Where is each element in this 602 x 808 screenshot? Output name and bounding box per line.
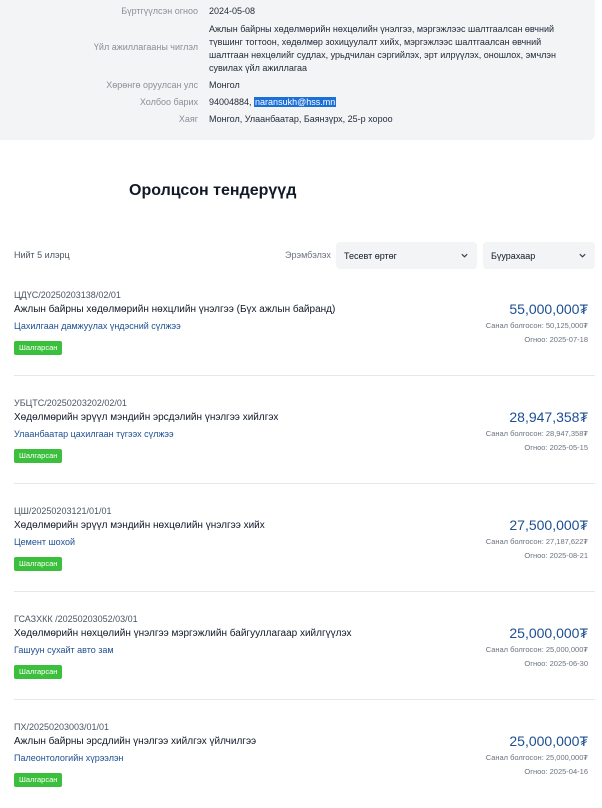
sort-select[interactable]: Тесевт өртөг — [336, 242, 477, 269]
tender-code: УБЦТС/20250203202/02/01 — [14, 398, 127, 408]
tender-title[interactable]: Хөдөлмөрийн нөхцөлийн үнэлгээ мэргэжлийн… — [14, 628, 351, 639]
chevron-down-icon — [461, 253, 468, 258]
activity-label: Үйл ажиллагааны чиглэл — [93, 42, 198, 52]
result-count: Нийт 5 илэрц — [14, 250, 70, 260]
tender-amount: 55,000,000₮ — [509, 301, 588, 317]
contact-label: Холбоо барих — [139, 97, 198, 107]
tender-amount: 27,500,000₮ — [509, 517, 588, 533]
tender-code: ЦДҮС/20250203138/02/01 — [14, 290, 121, 300]
divider — [14, 699, 595, 700]
tender-organization-link[interactable]: Гашуун сухайт авто зам — [14, 645, 114, 655]
divider — [14, 375, 595, 376]
tender-offer: Санал болгосон: 50,125,000₮ — [485, 321, 588, 330]
status-badge: Шалгарсан — [14, 665, 63, 679]
divider — [14, 591, 595, 592]
activity-value: Ажлын байрны хөдөлмөрийн нөхцөлийн үнэлг… — [209, 24, 556, 73]
divider — [14, 483, 595, 484]
tender-offer: Санал болгосон: 25,000,000₮ — [485, 645, 588, 654]
company-info-panel: Бүртгүүлсэн огноо 2024-05-08 Үйл ажиллаг… — [0, 0, 595, 140]
country-label: Хөрөнгө оруулсан улс — [106, 80, 198, 90]
status-badge: Шалгарсан — [14, 557, 63, 571]
tender-title[interactable]: Ажлын байрны эрсдлийн үнэлгээ хийлгэх үй… — [14, 736, 256, 747]
registered-value: 2024-05-08 — [209, 6, 256, 16]
address-label: Хаяг — [178, 114, 198, 124]
tender-organization-link[interactable]: Палеонтологийн хүрээлэн — [14, 753, 124, 763]
tender-code: ЦШ/20250203121/01/01 — [14, 506, 112, 516]
sort-select-value: Тесевт өртөг — [344, 250, 397, 261]
tender-amount: 25,000,000₮ — [509, 733, 588, 749]
tender-title[interactable]: Хөдөлмөрийн эрүүл мэндийн нөхцөлийн үнэл… — [14, 520, 265, 531]
tender-organization-link[interactable]: Цемент шохой — [14, 537, 75, 547]
tender-code: ПХ/20250203003/01/01 — [14, 722, 110, 732]
tender-date: Огноо: 2025-06-30 — [524, 659, 588, 668]
status-badge: Шалгарсан — [14, 773, 63, 787]
status-badge: Шалгарсан — [14, 341, 63, 355]
tender-organization-link[interactable]: Улаанбаатар цахилгаан түгээх сүлжээ — [14, 429, 174, 439]
contact-email-link[interactable]: naransukh@hss.mn — [254, 97, 337, 107]
tender-offer: Санал болгосон: 25,000,000₮ — [485, 753, 588, 762]
status-badge: Шалгарсан — [14, 449, 63, 463]
sort-label: Эрэмбэлэх — [285, 250, 331, 260]
tender-item[interactable]: ПХ/20250203003/01/01 Ажлын байрны эрсдли… — [0, 722, 595, 808]
tender-date: Огноо: 2025-04-16 — [524, 767, 588, 776]
tender-code: ГСАЗХКК /20250203052/03/01 — [14, 614, 138, 624]
tender-title[interactable]: Ажлын байрны хөдөлмөрийн нөхцлийн үнэлгэ… — [14, 304, 335, 315]
section-title: Оролцсон тендерүүд — [129, 182, 297, 199]
filter-select-value: Бүурахаар — [491, 250, 536, 261]
chevron-down-icon — [579, 253, 586, 258]
tender-title[interactable]: Хөдөлмөрийн эрүүл мэндийн эрсдэлийн үнэл… — [14, 412, 278, 423]
country-value: Монгол — [209, 80, 240, 90]
filter-select[interactable]: Бүурахаар — [483, 242, 595, 269]
registered-label: Бүртгүүлсэн огноо — [121, 6, 198, 16]
tender-offer: Санал болгосон: 28,947,358₮ — [485, 429, 588, 438]
contact-phone: 94004884, — [209, 97, 255, 107]
tender-date: Огноо: 2025-05-15 — [524, 443, 588, 452]
tender-date: Огноо: 2025-08-21 — [524, 551, 588, 560]
tender-offer: Санал болгосон: 27,187,622₮ — [485, 537, 588, 546]
contact-value: 94004884, naransukh@hss.mn — [209, 96, 569, 109]
tender-date: Огноо: 2025-07-18 — [524, 335, 588, 344]
address-value: Монгол, Улаанбаатар, Баянзүрх, 25-р хоро… — [209, 114, 393, 124]
tender-amount: 28,947,358₮ — [509, 409, 588, 425]
tender-amount: 25,000,000₮ — [509, 625, 588, 641]
tender-organization-link[interactable]: Цахилгаан дамжуулах үндэсний сүлжээ — [14, 321, 181, 331]
